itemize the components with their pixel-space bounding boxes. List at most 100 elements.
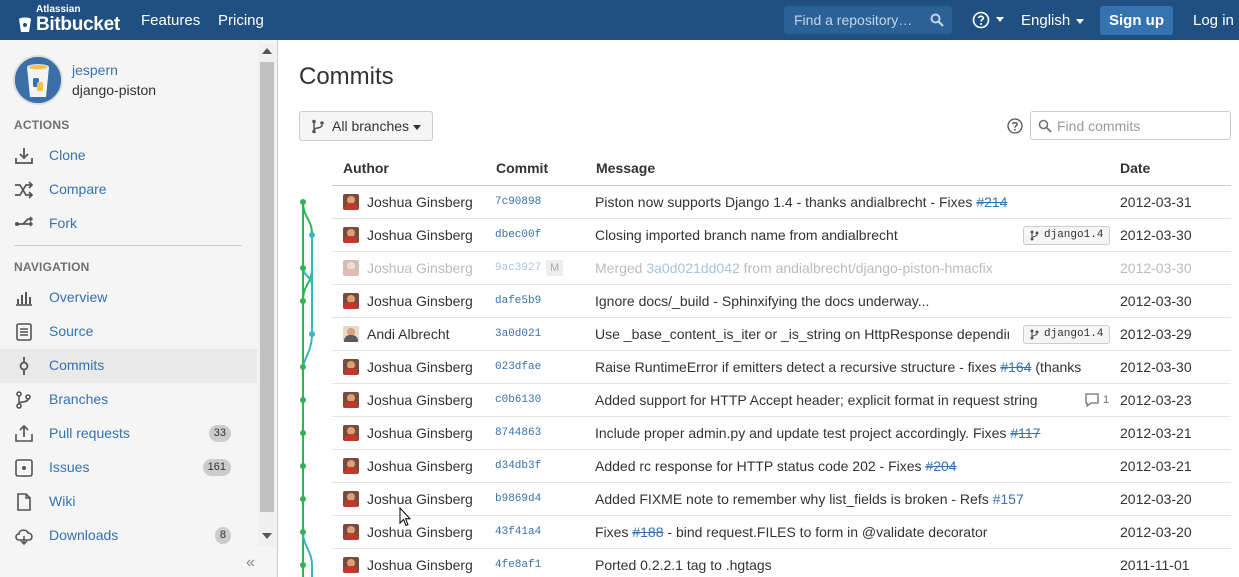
- commit-hash-link[interactable]: 3a0d021: [495, 328, 541, 340]
- pull-requests-icon: [15, 425, 33, 442]
- commit-date: 2012-03-23: [1120, 392, 1192, 408]
- commit-date: 2012-03-30: [1120, 293, 1192, 309]
- find-commits-input[interactable]: [1057, 116, 1225, 136]
- commit-hash-link[interactable]: c0b6130: [495, 394, 541, 406]
- branch-tag[interactable]: django1.4: [1023, 226, 1111, 245]
- commit-author[interactable]: Joshua Ginsberg: [367, 557, 473, 573]
- commit-message[interactable]: Closing imported branch name from andial…: [595, 227, 1009, 243]
- issue-link[interactable]: #214: [976, 194, 1007, 210]
- commit-author[interactable]: Joshua Ginsberg: [367, 491, 473, 507]
- commit-message[interactable]: Fixes #188 - bind request.FILES to form …: [595, 524, 1115, 540]
- collapse-sidebar-button[interactable]: «: [246, 554, 255, 572]
- bitbucket-logo[interactable]: Atlassian Bitbucket: [18, 4, 128, 36]
- commit-author[interactable]: Joshua Ginsberg: [367, 227, 473, 243]
- commit-message[interactable]: Ported 0.2.2.1 tag to .hgtags: [595, 557, 1115, 573]
- sidebar-item-label: Downloads: [49, 527, 119, 543]
- commit-message[interactable]: Added FIXME note to remember why list_fi…: [595, 491, 1115, 507]
- log-in-link[interactable]: Log in: [1193, 12, 1234, 29]
- commit-hash-link[interactable]: 9ac3927: [495, 262, 541, 274]
- commit-date: 2012-03-21: [1120, 458, 1192, 474]
- sidebar-item-issues[interactable]: Issues 161: [0, 451, 257, 485]
- commit-row[interactable]: Joshua Ginsberg 7c90898 Piston now suppo…: [332, 186, 1231, 219]
- repository-avatar[interactable]: [13, 55, 63, 105]
- repository-owner-link[interactable]: jespern: [72, 62, 118, 78]
- commit-row[interactable]: Joshua Ginsberg dafe5b9 Ignore docs/_bui…: [332, 285, 1231, 318]
- commit-author[interactable]: Joshua Ginsberg: [367, 458, 473, 474]
- commit-message[interactable]: Use _base_content_is_iter or _is_string …: [595, 326, 1009, 342]
- commit-date: 2012-03-29: [1120, 326, 1192, 342]
- language-selector[interactable]: English: [1021, 12, 1085, 29]
- help-menu-button[interactable]: [972, 10, 1004, 30]
- commit-author[interactable]: Joshua Ginsberg: [367, 359, 473, 375]
- commit-hash-link[interactable]: d34db3f: [495, 460, 541, 472]
- commit-message[interactable]: Raise RuntimeError if emitters detect a …: [595, 359, 1115, 375]
- commit-author[interactable]: Joshua Ginsberg: [367, 425, 473, 441]
- sign-up-button[interactable]: Sign up: [1100, 6, 1173, 35]
- commit-author[interactable]: Joshua Ginsberg: [367, 260, 473, 276]
- commit-row[interactable]: Joshua Ginsberg c0b6130 Added support fo…: [332, 384, 1231, 417]
- commit-hash-link[interactable]: 8744863: [495, 427, 541, 439]
- language-label: English: [1021, 12, 1071, 29]
- commit-author[interactable]: Joshua Ginsberg: [367, 392, 473, 408]
- commit-row-merge[interactable]: Joshua Ginsberg 9ac3927 M Merged 3a0d021…: [332, 252, 1231, 285]
- sidebar-item-commits[interactable]: Commits: [0, 349, 257, 383]
- commit-row[interactable]: Andi Albrecht 3a0d021 Use _base_content_…: [332, 318, 1231, 351]
- sidebar-item-fork[interactable]: Fork: [0, 207, 257, 241]
- commit-row[interactable]: Joshua Ginsberg 8744863 Include proper a…: [332, 417, 1231, 450]
- scrollbar-thumb[interactable]: [260, 62, 274, 512]
- graph-node: [300, 265, 306, 271]
- brand-name: Bitbucket: [36, 14, 120, 35]
- scroll-down-arrow-icon[interactable]: [262, 533, 272, 539]
- commit-hash-link[interactable]: dafe5b9: [495, 295, 541, 307]
- sidebar-item-label: Clone: [49, 147, 86, 163]
- commit-hash-link[interactable]: 43f41a4: [495, 526, 541, 538]
- nav-pricing[interactable]: Pricing: [218, 12, 264, 29]
- commit-message[interactable]: Merged 3a0d021dd042 from andialbrecht/dj…: [595, 260, 1115, 276]
- commit-hash-link[interactable]: b9869d4: [495, 493, 541, 505]
- sidebar-item-branches[interactable]: Branches: [0, 383, 257, 417]
- commit-hash-link[interactable]: 023dfae: [495, 361, 541, 373]
- commit-hash-link[interactable]: dbec00f: [495, 229, 541, 241]
- issue-link[interactable]: #164: [1000, 359, 1031, 375]
- commit-row[interactable]: Joshua Ginsberg 43f41a4 Fixes #188 - bin…: [332, 516, 1231, 549]
- commit-row[interactable]: Joshua Ginsberg dbec00f Closing imported…: [332, 219, 1231, 252]
- repository-search-input[interactable]: Find a repository…: [784, 6, 952, 34]
- commit-message[interactable]: Ignore docs/_build - Sphinxifying the do…: [595, 293, 1115, 309]
- issue-link[interactable]: #188: [632, 524, 663, 540]
- commit-message[interactable]: Include proper admin.py and update test …: [595, 425, 1115, 441]
- commit-row[interactable]: Joshua Ginsberg 023dfae Raise RuntimeErr…: [332, 351, 1231, 384]
- commit-message[interactable]: Added rc response for HTTP status code 2…: [595, 458, 1115, 474]
- nav-features[interactable]: Features: [141, 12, 200, 29]
- branch-tag[interactable]: django1.4: [1023, 325, 1111, 344]
- commit-graph: [300, 199, 315, 577]
- sidebar-item-clone[interactable]: Clone: [0, 139, 257, 173]
- issue-link[interactable]: #157: [993, 491, 1024, 507]
- commit-hash-link[interactable]: 4fe8af1: [495, 559, 541, 571]
- commit-row[interactable]: Joshua Ginsberg 4fe8af1 Ported 0.2.2.1 t…: [332, 549, 1231, 577]
- commit-ref-link[interactable]: 3a0d021dd042: [646, 260, 739, 276]
- issue-link[interactable]: #117: [1010, 425, 1040, 441]
- commit-message[interactable]: Added support for HTTP Accept header; ex…: [595, 392, 1075, 408]
- issues-count-badge: 161: [202, 459, 231, 476]
- sidebar-item-pull-requests[interactable]: Pull requests 33: [0, 417, 257, 451]
- sidebar-item-compare[interactable]: Compare: [0, 173, 257, 207]
- branch-filter-dropdown[interactable]: All branches: [299, 111, 433, 141]
- help-icon[interactable]: [1007, 118, 1023, 134]
- find-commits-field[interactable]: [1030, 111, 1231, 140]
- commit-row[interactable]: Joshua Ginsberg d34db3f Added rc respons…: [332, 450, 1231, 483]
- commit-row[interactable]: Joshua Ginsberg b9869d4 Added FIXME note…: [332, 483, 1231, 516]
- issue-link[interactable]: #204: [925, 458, 956, 474]
- commit-author[interactable]: Joshua Ginsberg: [367, 293, 473, 309]
- sidebar-scrollbar[interactable]: [258, 44, 276, 546]
- scroll-up-arrow-icon[interactable]: [262, 48, 272, 54]
- commit-message[interactable]: Piston now supports Django 1.4 - thanks …: [595, 194, 1115, 210]
- commit-author[interactable]: Andi Albrecht: [367, 326, 450, 342]
- sidebar-item-overview[interactable]: Overview: [0, 281, 257, 315]
- commit-author[interactable]: Joshua Ginsberg: [367, 524, 473, 540]
- sidebar-item-source[interactable]: Source: [0, 315, 257, 349]
- sidebar-item-wiki[interactable]: Wiki: [0, 485, 257, 519]
- sidebar-item-downloads[interactable]: Downloads 8: [0, 519, 257, 553]
- commit-author[interactable]: Joshua Ginsberg: [367, 194, 473, 210]
- commit-hash-link[interactable]: 7c90898: [495, 196, 541, 208]
- comment-count[interactable]: 1: [1084, 392, 1114, 408]
